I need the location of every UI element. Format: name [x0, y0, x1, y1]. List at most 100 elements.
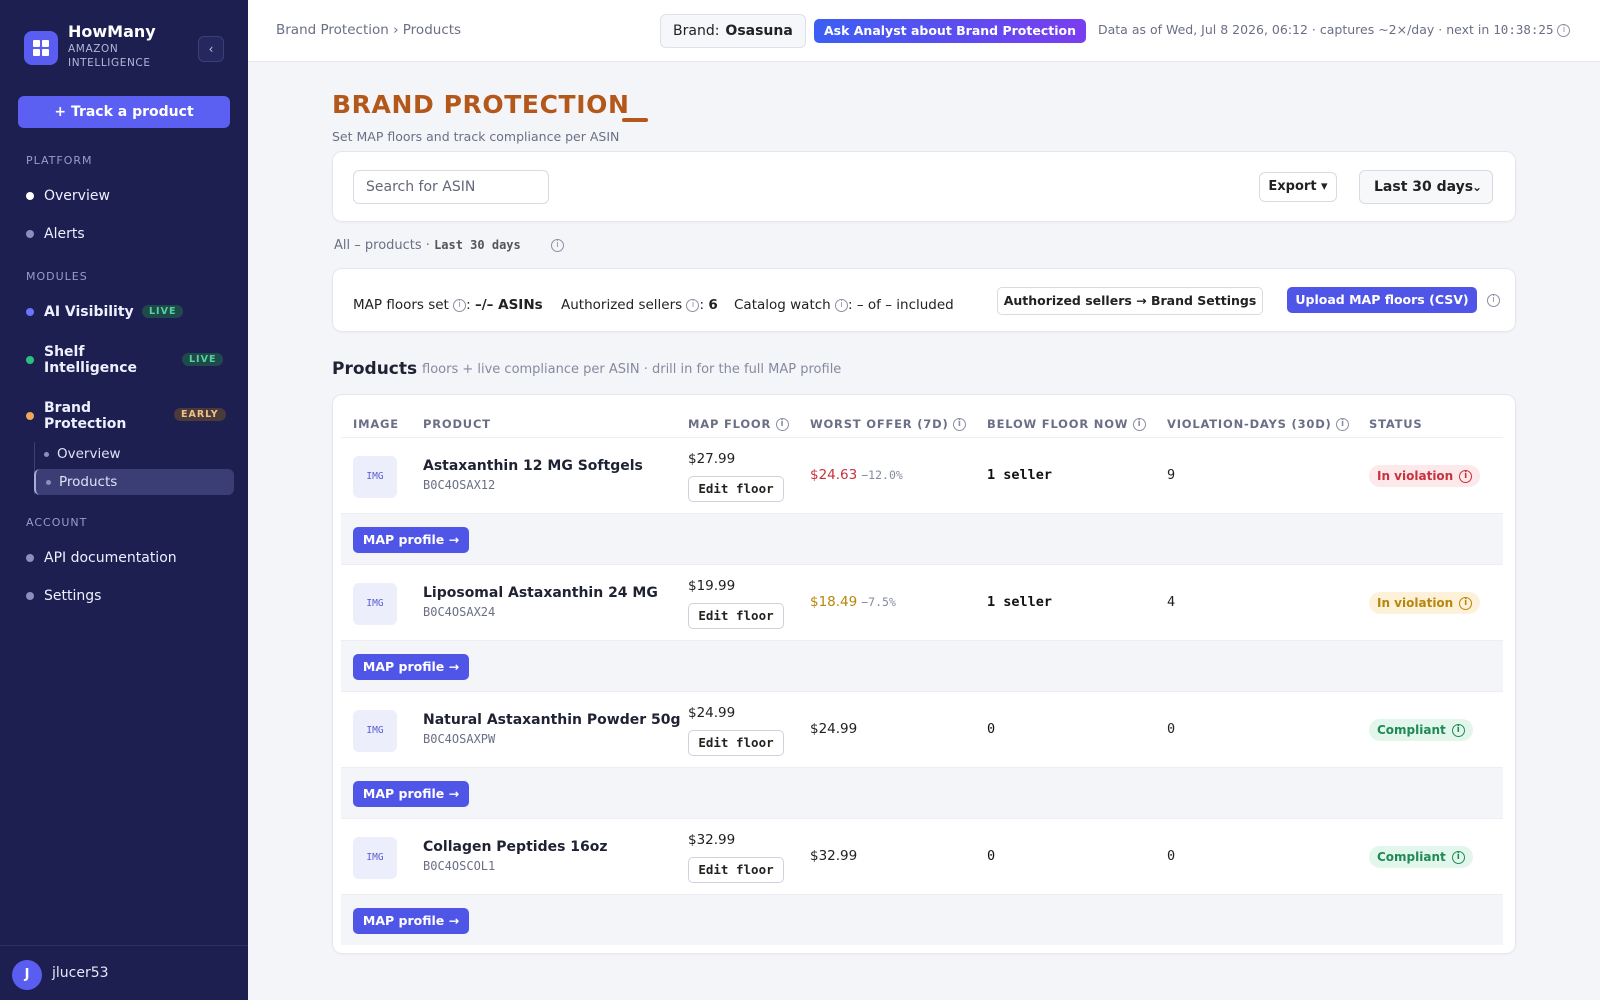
column-header-map-floor[interactable]: MAP FLOOR i [688, 417, 789, 431]
asin-search-input[interactable] [353, 170, 549, 204]
below-floor-now: 1 seller [987, 594, 1053, 610]
product-asin: B0C4OSAX24 [423, 605, 496, 619]
column-header-worst-offer[interactable]: WORST OFFER (7D) i [810, 417, 967, 431]
export-button[interactable]: Export ▾ [1259, 172, 1337, 202]
map-profile-button[interactable]: MAP profile → [353, 527, 469, 553]
info-icon[interactable]: i [1451, 851, 1465, 864]
column-header-label: BELOW FLOOR NOW [987, 417, 1129, 431]
info-icon[interactable]: i [453, 298, 467, 312]
nav-item-overview[interactable]: Overview [26, 188, 110, 204]
date-range-select[interactable]: Last 30 days ⌄ [1359, 170, 1493, 204]
edit-floor-button[interactable]: Edit floor [688, 857, 784, 883]
user-footer[interactable]: J jlucer53 [0, 945, 248, 1000]
map-profile-button[interactable]: MAP profile → [353, 781, 469, 807]
info-icon[interactable]: i [1459, 597, 1473, 610]
section-label-account: ACCOUNT [26, 516, 88, 529]
product-name[interactable]: Collagen Peptides 16oz [423, 839, 608, 855]
track-product-button[interactable]: + Track a product [18, 96, 230, 128]
bullet-icon [26, 412, 34, 420]
map-profile-row: MAP profile → [341, 894, 1503, 945]
product-name[interactable]: Natural Astaxanthin Powder 50g [423, 712, 681, 728]
map-floor-value: $19.99 [688, 578, 736, 594]
bullet-icon [44, 451, 49, 457]
nav-item-alerts[interactable]: Alerts [26, 226, 85, 242]
nav-item-ai-visibility[interactable]: AI Visibility [26, 304, 134, 320]
brand-selector[interactable]: Brand: Osasuna [660, 14, 806, 48]
section-title-products: Products [332, 359, 418, 379]
status-label: Compliant [1377, 723, 1446, 737]
live-badge: LIVE [182, 353, 224, 366]
subnav-item-products[interactable]: Products [34, 469, 234, 495]
brand-selector-value: Osasuna [725, 23, 793, 39]
map-profile-button[interactable]: MAP profile → [353, 908, 469, 934]
stat-authorized-sellers: Authorized sellers i: 6 [561, 297, 718, 313]
bullet-icon [26, 230, 34, 238]
worst-offer: $24.63 −12.0% [810, 467, 903, 483]
topbar: Brand Protection › Products Brand: Osasun… [248, 0, 1600, 62]
stat-value: –/– ASINs [475, 297, 543, 313]
table-row[interactable]: IMG Natural Astaxanthin Powder 50g B0C4O… [341, 691, 1503, 767]
filter-summary-range: Last 30 days [434, 238, 521, 252]
subnav-item-overview[interactable]: Overview [34, 441, 234, 467]
info-icon[interactable]: i [1487, 294, 1500, 307]
info-icon[interactable]: i [686, 298, 700, 312]
breadcrumb[interactable]: Brand Protection › Products [276, 22, 461, 38]
stat-map-floors: MAP floors set i: –/– ASINs [353, 297, 543, 313]
product-name[interactable]: Liposomal Astaxanthin 24 MG [423, 585, 658, 601]
column-header-status[interactable]: STATUS [1369, 417, 1423, 431]
info-icon[interactable]: i [835, 298, 849, 312]
filter-summary-text: All – products · [334, 238, 430, 253]
edit-floor-button[interactable]: Edit floor [688, 476, 784, 502]
info-icon[interactable]: i [953, 418, 967, 431]
info-icon[interactable]: i [1557, 24, 1571, 37]
info-icon[interactable]: i [1451, 724, 1465, 737]
section-label-platform: PLATFORM [26, 154, 93, 167]
map-profile-button[interactable]: MAP profile → [353, 654, 469, 680]
edit-floor-button[interactable]: Edit floor [688, 730, 784, 756]
info-icon[interactable]: i [1459, 470, 1473, 483]
nav-item-settings[interactable]: Settings [26, 588, 101, 604]
info-icon[interactable]: i [775, 418, 789, 431]
info-icon[interactable]: i [1336, 418, 1350, 431]
below-floor-now: 0 [987, 848, 996, 864]
table-row[interactable]: IMG Astaxanthin 12 MG Softgels B0C4OSAX1… [341, 437, 1503, 513]
table-row[interactable]: IMG Liposomal Astaxanthin 24 MG B0C4OSAX… [341, 564, 1503, 640]
upload-map-floors-button[interactable]: Upload MAP floors (CSV) [1287, 287, 1477, 313]
bullet-icon [46, 479, 51, 485]
product-name[interactable]: Astaxanthin 12 MG Softgels [423, 458, 643, 474]
table-row[interactable]: IMG Collagen Peptides 16oz B0C4OSCOL1 $3… [341, 818, 1503, 894]
app-logo-icon[interactable] [24, 31, 58, 65]
ask-analyst-button[interactable]: Ask Analyst about Brand Protection [814, 19, 1086, 43]
collapse-sidebar-button[interactable]: ‹ [198, 36, 224, 62]
column-header-below-floor[interactable]: BELOW FLOOR NOW i [987, 417, 1147, 431]
status-badge: Compliant i [1369, 719, 1473, 741]
product-image[interactable]: IMG [353, 710, 397, 752]
product-image[interactable]: IMG [353, 583, 397, 625]
column-header-product[interactable]: PRODUCT [423, 417, 491, 431]
bullet-icon [26, 592, 34, 600]
worst-offer-value: $18.49 [810, 594, 858, 610]
brand-settings-button[interactable]: Authorized sellers → Brand Settings [997, 287, 1263, 315]
status-label: In violation [1377, 596, 1454, 610]
status-badge: In violation i [1369, 465, 1481, 487]
map-profile-row: MAP profile → [341, 767, 1503, 818]
column-header-violation-days[interactable]: VIOLATION-DAYS (30D) i [1167, 417, 1350, 431]
bullet-icon [26, 554, 34, 562]
worst-offer-value: $24.63 [810, 467, 858, 483]
data-freshness-text: Data as of Wed, Jul 8 2026, 06:12 · capt… [1098, 22, 1490, 37]
worst-offer-percent: −7.5% [861, 595, 896, 609]
product-image[interactable]: IMG [353, 456, 397, 498]
nav-item-api-documentation[interactable]: API documentation [26, 550, 177, 566]
nav-item-label: API documentation [44, 550, 177, 566]
product-image[interactable]: IMG [353, 837, 397, 879]
nav-item-label: AI Visibility [44, 304, 134, 320]
info-icon[interactable]: i [550, 239, 564, 252]
edit-floor-button[interactable]: Edit floor [688, 603, 784, 629]
avatar[interactable]: J [12, 960, 42, 990]
subnav-item-label: Overview [57, 446, 121, 462]
nav-item-brand-protection[interactable]: Brand Protection [26, 400, 156, 432]
nav-item-label: Brand Protection [44, 400, 127, 432]
nav-item-shelf-intelligence[interactable]: Shelf Intelligence [26, 344, 166, 376]
info-icon[interactable]: i [1133, 418, 1147, 431]
violation-days: 0 [1167, 721, 1176, 737]
